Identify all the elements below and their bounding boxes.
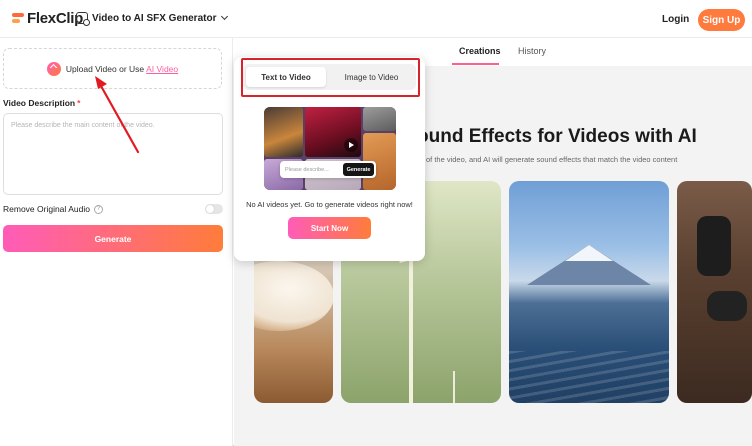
logo[interactable]: FlexClip [12,10,83,27]
preview-tile [264,107,303,157]
upload-dropzone[interactable]: Upload Video or Use AI Video [3,48,222,89]
tab-creations[interactable]: Creations [459,46,501,56]
top-header: FlexClip Video to AI SFX Generator Login… [0,0,752,38]
tab-text-to-video[interactable]: Text to Video [246,67,326,87]
popup-tabs: Text to Video Image to Video [243,64,416,90]
signup-button[interactable]: Sign Up [698,9,745,31]
logo-text: FlexClip [27,10,83,27]
remove-audio-label: Remove Original Audio [3,204,90,214]
upload-icon [46,61,61,76]
chevron-down-icon [221,12,229,21]
tab-history[interactable]: History [518,46,546,56]
active-tab-indicator [452,63,499,65]
play-icon [344,138,358,152]
ai-video-popup: Text to Video Image to Video Please desc… [234,57,425,261]
boxing-glove-shape [697,216,731,276]
video-description-label: Video Description * [3,98,80,108]
video-description-label-text: Video Description [3,98,76,108]
empty-state-message: No AI videos yet. Go to generate videos … [246,200,413,209]
tool-selector[interactable]: Video to AI SFX Generator [76,12,229,26]
preview-prompt-placeholder: Please describe... [285,166,329,173]
tab-image-to-video[interactable]: Image to Video [330,67,413,87]
boxing-glove-shape-2 [707,291,747,321]
help-icon[interactable]: ? [93,204,103,214]
hero-subtitle: of the video, and AI will generate sound… [426,155,678,164]
ai-video-link[interactable]: AI Video [146,64,178,74]
remove-audio-toggle[interactable] [205,204,223,214]
hero-title: ound Effects for Videos with AI [417,126,697,147]
preview-collage: Please describe... Generate [264,107,396,190]
video-description-input[interactable] [3,113,223,195]
mountain-snow-shape [565,245,613,261]
water-waves [509,351,669,403]
remove-audio-row: Remove Original Audio ? [3,204,223,214]
example-video-boxing[interactable] [677,181,752,403]
turbine-shape-small [453,371,455,403]
upload-text: Upload Video or Use [65,63,145,74]
preview-prompt-bar: Please describe... Generate [280,161,376,178]
example-video-mountain-lake[interactable] [509,181,669,403]
preview-generate-label: Generate [343,163,374,176]
start-now-button[interactable]: Start Now [288,217,371,239]
required-mark: * [77,98,81,108]
tool-name: Video to AI SFX Generator [92,12,217,24]
preview-tile [363,107,396,131]
left-panel: Upload Video or Use AI Video Video Descr… [0,38,233,446]
video-sfx-icon [76,12,90,26]
flexclip-logo-icon [12,12,26,26]
login-link[interactable]: Login [662,14,689,25]
turbine-shape [409,261,413,403]
generate-button[interactable]: Generate [3,225,223,252]
